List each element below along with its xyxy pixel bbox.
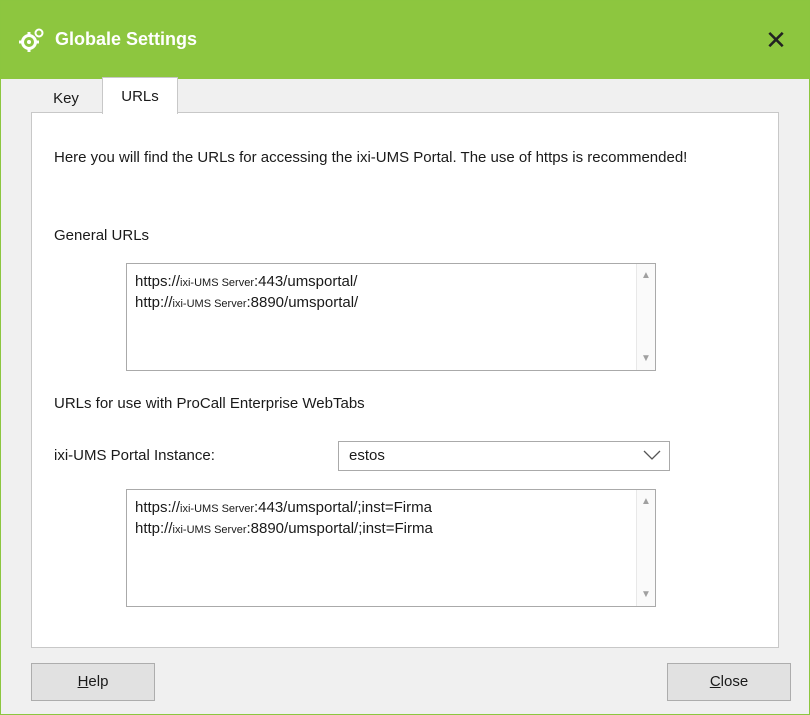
general-url-line: http://ixi-UMS Server:8890/umsportal/ xyxy=(135,294,359,311)
vertical-scrollbar[interactable]: ▲ ▼ xyxy=(636,490,655,606)
general-urls-label: General URLs xyxy=(54,227,150,244)
tab-key[interactable]: Key xyxy=(31,83,101,115)
intro-text: Here you will find the URLs for accessin… xyxy=(54,149,688,166)
scroll-down-icon[interactable]: ▼ xyxy=(637,353,655,364)
procall-url-line: https://ixi-UMS Server:443/umsportal/;in… xyxy=(135,499,432,516)
procall-url-line: http://ixi-UMS Server:8890/umsportal/;in… xyxy=(135,520,433,537)
instance-label: ixi-UMS Portal Instance: xyxy=(54,447,215,464)
vertical-scrollbar[interactable]: ▲ ▼ xyxy=(636,264,655,370)
tab-urls[interactable]: URLs xyxy=(102,77,178,114)
title-bar[interactable]: Globale Settings ✕ xyxy=(1,1,809,79)
close-icon[interactable]: ✕ xyxy=(761,25,791,55)
procall-urls-textarea[interactable]: https://ixi-UMS Server:443/umsportal/;in… xyxy=(126,489,656,607)
scroll-down-icon[interactable]: ▼ xyxy=(637,589,655,600)
window-title: Globale Settings xyxy=(55,29,198,49)
general-urls-textarea[interactable]: https://ixi-UMS Server:443/umsportal/ ht… xyxy=(126,263,656,371)
urls-panel: Here you will find the URLs for accessin… xyxy=(31,112,779,648)
instance-value: estos xyxy=(349,447,385,464)
gears-icon xyxy=(19,28,44,52)
chevron-down-icon xyxy=(643,450,661,460)
procall-urls-label: URLs for use with ProCall Enterprise Web… xyxy=(54,395,365,412)
instance-dropdown[interactable]: estos xyxy=(338,441,670,471)
scroll-up-icon[interactable]: ▲ xyxy=(637,496,655,507)
close-button[interactable]: Close xyxy=(667,663,791,701)
settings-dialog: Globale Settings ✕ Key URLs Here you wil… xyxy=(0,0,810,715)
general-url-line: https://ixi-UMS Server:443/umsportal/ xyxy=(135,273,358,290)
help-button[interactable]: Help xyxy=(31,663,155,701)
scroll-up-icon[interactable]: ▲ xyxy=(637,270,655,281)
